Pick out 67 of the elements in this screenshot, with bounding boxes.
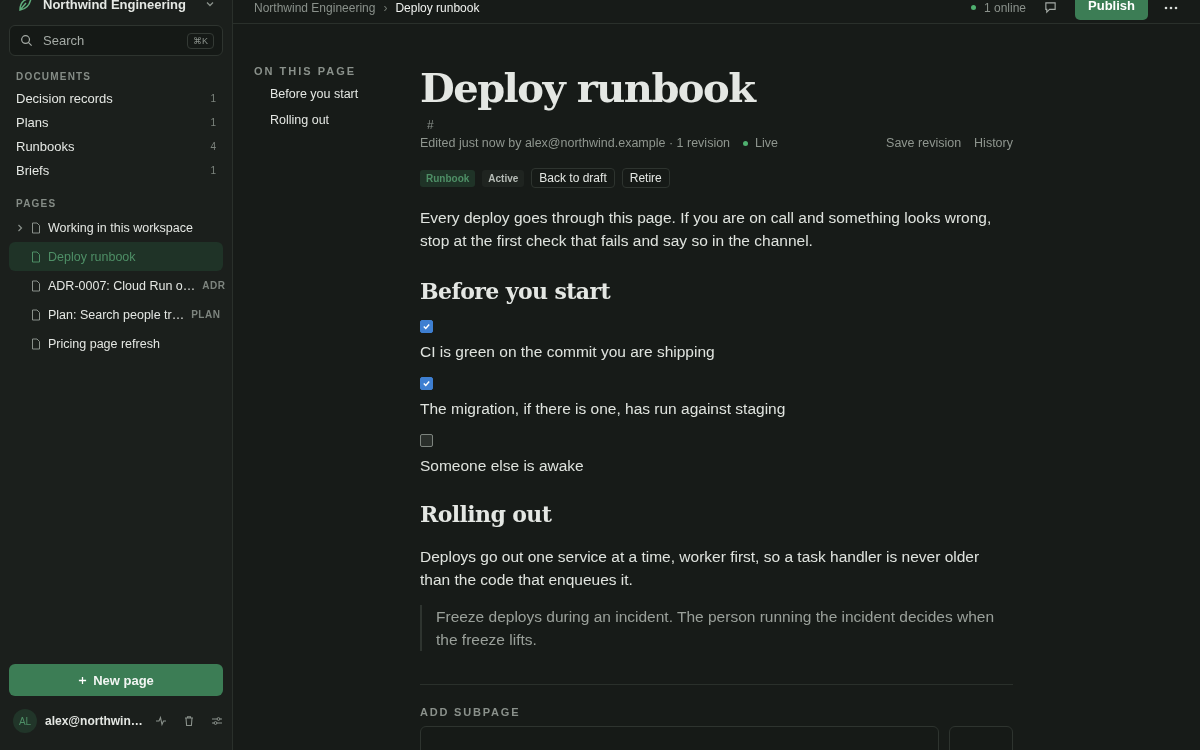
chevron-right-icon[interactable] bbox=[16, 223, 24, 232]
document-icon bbox=[31, 221, 41, 234]
new-page-button[interactable]: New page bbox=[9, 664, 223, 696]
section-label: ADD SUBPAGE bbox=[420, 706, 522, 718]
edit-info: Edited just now by alex@northwind.example · 1 revision bbox=[420, 136, 731, 150]
sliders-icon[interactable] bbox=[210, 715, 223, 727]
checklist-item: CI is green on the commit you are shipping bbox=[420, 343, 715, 361]
status-button[interactable]: Retire bbox=[621, 168, 670, 188]
document-icon bbox=[31, 279, 41, 292]
more-icon[interactable] bbox=[1164, 5, 1178, 10]
section-heading: Before you start bbox=[420, 278, 612, 304]
paragraph: Every deploy goes through this page. If you are on call and something looks wrong, stop at the first check that fails and say so in the channel. bbox=[420, 208, 993, 251]
comment-icon[interactable] bbox=[1044, 1, 1058, 14]
checklist-item: The migration, if there is one, has run against staging bbox=[420, 400, 786, 418]
type-tag: Runbook bbox=[420, 169, 476, 187]
trash-icon[interactable] bbox=[182, 715, 195, 727]
user-email: alex@northwin… bbox=[45, 714, 143, 728]
page-item[interactable]: Pricing page refresh bbox=[9, 329, 223, 358]
search-input[interactable]: Search bbox=[41, 32, 179, 49]
status-button[interactable]: Back to draft bbox=[531, 168, 615, 188]
check-icon bbox=[422, 379, 431, 388]
status-label: Live bbox=[755, 136, 778, 150]
sidebar-item[interactable]: Decision records 1 bbox=[9, 86, 223, 110]
activity-icon[interactable] bbox=[154, 715, 167, 727]
page-title: Deploy runbook bbox=[420, 64, 757, 113]
paragraph: Deploys go out one service at a time, worker first, so a task handler is never older than the code that enqueues it. bbox=[420, 547, 981, 590]
section-heading: Rolling out bbox=[420, 501, 553, 527]
workspace-name: Northwind Engineering bbox=[43, 0, 186, 12]
toc-link[interactable]: Before you start bbox=[254, 87, 420, 103]
search-field[interactable]: Search ⌘K bbox=[9, 25, 223, 56]
document-icon bbox=[31, 337, 41, 350]
plus-icon bbox=[78, 675, 88, 685]
checkbox[interactable] bbox=[420, 320, 433, 333]
anchor-link[interactable]: # bbox=[420, 118, 1013, 132]
breadcrumb-separator: › bbox=[383, 0, 388, 15]
user-avatar: AL bbox=[13, 709, 37, 733]
online-dot bbox=[971, 5, 976, 10]
breadcrumb-current: Deploy runbook bbox=[395, 0, 480, 15]
toolbar-link[interactable]: History bbox=[968, 136, 1013, 150]
breadcrumb-link[interactable]: Northwind Engineering bbox=[254, 0, 376, 15]
shortcut-hint: ⌘K bbox=[187, 32, 214, 49]
page-item[interactable]: ADR-0007: Cloud Run o… ADR bbox=[9, 271, 223, 300]
leaf-icon bbox=[17, 0, 33, 12]
page-item[interactable]: Plan: Search people tr… PLAN bbox=[9, 300, 223, 329]
sidebar-item[interactable]: Plans 1 bbox=[9, 110, 223, 134]
search-icon bbox=[20, 34, 33, 47]
document-icon bbox=[31, 250, 41, 263]
toc-link[interactable]: Rolling out bbox=[254, 113, 420, 129]
checkbox[interactable] bbox=[420, 377, 433, 390]
publish-button[interactable]: Publish bbox=[1075, 0, 1148, 20]
toolbar-link[interactable]: Save revision bbox=[880, 136, 962, 150]
checklist-item: Someone else is awake bbox=[420, 457, 584, 475]
toc-label: ON THIS PAGE bbox=[254, 65, 358, 77]
section-label: DOCUMENTS bbox=[15, 70, 93, 84]
page-item[interactable]: Working in this workspace bbox=[9, 213, 223, 242]
blockquote: Freeze deploys during an incident. The person running the incident decides when the freeze lifts. bbox=[420, 605, 1013, 651]
online-count: 1 online bbox=[984, 0, 1027, 15]
section-label: PAGES bbox=[15, 197, 58, 211]
state-tag: Active bbox=[482, 169, 525, 187]
checkbox[interactable] bbox=[420, 434, 433, 447]
document-icon bbox=[31, 308, 41, 321]
sidebar-item[interactable]: Briefs 1 bbox=[9, 158, 223, 182]
chevron-down-icon[interactable] bbox=[205, 0, 215, 9]
check-icon bbox=[422, 322, 431, 331]
status-dot bbox=[743, 140, 749, 146]
sidebar-item[interactable]: Runbooks 4 bbox=[9, 134, 223, 158]
page-item[interactable]: Deploy runbook bbox=[9, 242, 223, 271]
